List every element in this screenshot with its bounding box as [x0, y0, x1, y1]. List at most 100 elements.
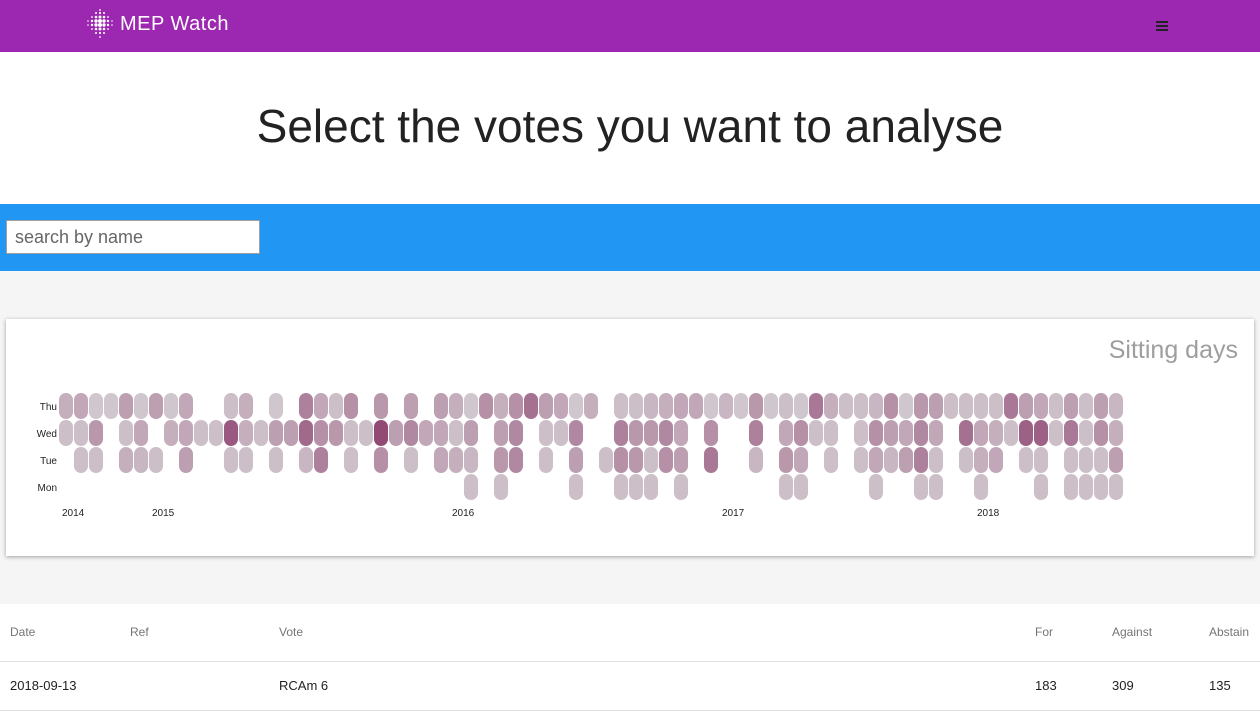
column-header-date[interactable]: Date — [0, 604, 120, 662]
heatmap-cell[interactable] — [899, 393, 913, 419]
heatmap-cell[interactable] — [314, 420, 328, 446]
heatmap-cell[interactable] — [509, 447, 523, 473]
heatmap-cell[interactable] — [659, 393, 673, 419]
heatmap-cell[interactable] — [149, 393, 163, 419]
heatmap-cell[interactable] — [779, 420, 793, 446]
heatmap-cell[interactable] — [1064, 474, 1078, 500]
heatmap-cell[interactable] — [74, 420, 88, 446]
heatmap-cell[interactable] — [989, 420, 1003, 446]
heatmap-cell[interactable] — [179, 447, 193, 473]
heatmap-cell[interactable] — [449, 447, 463, 473]
heatmap-cell[interactable] — [269, 447, 283, 473]
heatmap-cell[interactable] — [119, 393, 133, 419]
heatmap-cell[interactable] — [989, 393, 1003, 419]
heatmap-cell[interactable] — [899, 420, 913, 446]
heatmap-cell[interactable] — [509, 420, 523, 446]
heatmap-cell[interactable] — [794, 393, 808, 419]
heatmap-cell[interactable] — [1019, 447, 1033, 473]
heatmap-cell[interactable] — [89, 393, 103, 419]
heatmap-cell[interactable] — [629, 420, 643, 446]
heatmap-cell[interactable] — [869, 447, 883, 473]
heatmap-cell[interactable] — [674, 447, 688, 473]
heatmap-cell[interactable] — [674, 474, 688, 500]
heatmap-cell[interactable] — [224, 447, 238, 473]
column-header-abstain[interactable]: Abstain — [1199, 604, 1260, 662]
heatmap-cell[interactable] — [1019, 393, 1033, 419]
heatmap-cell[interactable] — [629, 447, 643, 473]
heatmap-cell[interactable] — [659, 447, 673, 473]
heatmap-cell[interactable] — [914, 393, 928, 419]
heatmap-cell[interactable] — [164, 420, 178, 446]
heatmap-cell[interactable] — [959, 447, 973, 473]
heatmap-cell[interactable] — [284, 420, 298, 446]
heatmap-cell[interactable] — [419, 420, 433, 446]
heatmap-cell[interactable] — [329, 420, 343, 446]
heatmap-cell[interactable] — [269, 393, 283, 419]
heatmap-cell[interactable] — [929, 447, 943, 473]
heatmap-cell[interactable] — [239, 393, 253, 419]
heatmap-cell[interactable] — [1094, 474, 1108, 500]
heatmap-cell[interactable] — [1004, 420, 1018, 446]
heatmap-cell[interactable] — [449, 420, 463, 446]
heatmap-cell[interactable] — [1079, 420, 1093, 446]
heatmap-cell[interactable] — [239, 447, 253, 473]
heatmap-cell[interactable] — [1064, 447, 1078, 473]
heatmap-cell[interactable] — [1019, 420, 1033, 446]
heatmap-cell[interactable] — [914, 447, 928, 473]
heatmap-cell[interactable] — [1079, 393, 1093, 419]
app-title[interactable]: MEP Watch — [120, 13, 229, 36]
heatmap-cell[interactable] — [104, 393, 118, 419]
heatmap-cell[interactable] — [614, 420, 628, 446]
heatmap-cell[interactable] — [539, 420, 553, 446]
heatmap-cell[interactable] — [974, 474, 988, 500]
heatmap-cell[interactable] — [299, 447, 313, 473]
heatmap-cell[interactable] — [959, 420, 973, 446]
heatmap-cell[interactable] — [119, 420, 133, 446]
heatmap-cell[interactable] — [644, 420, 658, 446]
search-input[interactable] — [6, 220, 260, 254]
heatmap-cell[interactable] — [779, 393, 793, 419]
heatmap-cell[interactable] — [1049, 393, 1063, 419]
heatmap-cell[interactable] — [704, 447, 718, 473]
heatmap-cell[interactable] — [1109, 393, 1123, 419]
heatmap-cell[interactable] — [674, 393, 688, 419]
column-header-against[interactable]: Against — [1102, 604, 1199, 662]
heatmap-cell[interactable] — [914, 420, 928, 446]
heatmap-cell[interactable] — [569, 420, 583, 446]
heatmap-cell[interactable] — [674, 420, 688, 446]
heatmap-cell[interactable] — [734, 393, 748, 419]
heatmap-cell[interactable] — [839, 393, 853, 419]
heatmap-cell[interactable] — [404, 393, 418, 419]
heatmap-cell[interactable] — [179, 420, 193, 446]
heatmap-cell[interactable] — [494, 420, 508, 446]
heatmap-cell[interactable] — [74, 393, 88, 419]
heatmap-cell[interactable] — [404, 447, 418, 473]
heatmap-cell[interactable] — [314, 393, 328, 419]
heatmap-cell[interactable] — [644, 447, 658, 473]
heatmap-cell[interactable] — [494, 393, 508, 419]
column-header-for[interactable]: For — [1025, 604, 1102, 662]
heatmap-cell[interactable] — [824, 420, 838, 446]
heatmap-cell[interactable] — [629, 393, 643, 419]
heatmap-cell[interactable] — [884, 420, 898, 446]
heatmap-cell[interactable] — [974, 447, 988, 473]
heatmap-cell[interactable] — [794, 420, 808, 446]
heatmap-cell[interactable] — [1109, 420, 1123, 446]
heatmap-cell[interactable] — [254, 420, 268, 446]
heatmap-cell[interactable] — [929, 393, 943, 419]
heatmap-cell[interactable] — [569, 474, 583, 500]
heatmap-cell[interactable] — [644, 393, 658, 419]
heatmap-cell[interactable] — [659, 420, 673, 446]
heatmap-cell[interactable] — [209, 420, 223, 446]
heatmap-cell[interactable] — [404, 420, 418, 446]
heatmap-cell[interactable] — [854, 447, 868, 473]
heatmap-cell[interactable] — [464, 420, 478, 446]
heatmap-cell[interactable] — [1079, 447, 1093, 473]
heatmap-cell[interactable] — [1064, 393, 1078, 419]
heatmap-cell[interactable] — [344, 447, 358, 473]
heatmap-cell[interactable] — [614, 447, 628, 473]
heatmap-cell[interactable] — [1034, 474, 1048, 500]
heatmap-cell[interactable] — [914, 474, 928, 500]
heatmap-cell[interactable] — [809, 393, 823, 419]
heatmap-cell[interactable] — [689, 393, 703, 419]
